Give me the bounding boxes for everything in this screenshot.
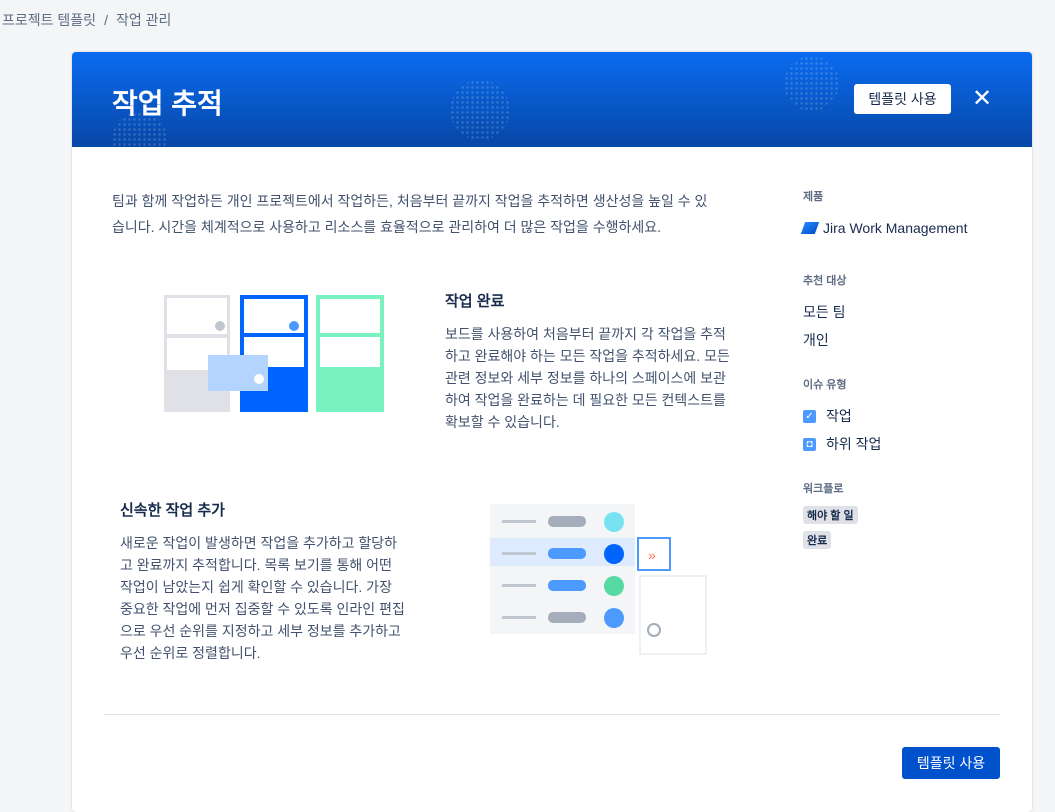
template-sidebar: 제품 Jira Work Management 추천 대상 모든 팀 개인 이슈…: [800, 188, 1003, 578]
issue-type-subtask: 하위 작업: [826, 436, 882, 452]
section-quick-add: 신속한 작업 추가 새로운 작업이 발생하면 작업을 추가하고 할당하 고 완료…: [120, 499, 405, 664]
text-line: 하고 완료해야 하는 모든 작업을 추적하세요. 모든: [445, 348, 730, 364]
svg-text:»: »: [648, 547, 656, 563]
decor-dots: [784, 56, 839, 111]
text-line: 작업이 남았는지 쉽게 확인할 수 있습니다. 가장: [120, 579, 392, 595]
modal-header: 작업 추적 템플릿 사용 ✕: [72, 52, 1032, 147]
workflow-label: 워크플로: [803, 483, 844, 495]
modal-title: 작업 추적: [112, 88, 223, 119]
section-title: 작업 완료: [445, 293, 505, 310]
recommended-item: 개인: [803, 332, 829, 348]
text-line: 보드를 사용하여 처음부터 끝까지 각 작업을 추적: [445, 326, 726, 342]
footer-use-template-button[interactable]: 템플릿 사용: [902, 747, 1000, 779]
workflow-status-done: 완료: [803, 531, 832, 549]
intro-text: 팀과 함께 작업하든 개인 프로젝트에서 작업하든, 처음부터 끝까지 작업을 …: [112, 188, 707, 240]
breadcrumb: 프로젝트 템플릿 / 작업 관리: [2, 10, 179, 30]
decor-dots: [450, 80, 510, 140]
issue-types-label: 이슈 유형: [803, 379, 847, 391]
use-template-button[interactable]: 템플릿 사용: [854, 84, 951, 114]
breadcrumb-templates[interactable]: 프로젝트 템플릿: [2, 12, 96, 28]
section-title: 신속한 작업 추가: [120, 502, 225, 519]
divider: [104, 714, 1000, 715]
intro-line: 습니다. 시간을 체계적으로 사용하고 리소스를 효율적으로 관리하여 더 많은…: [112, 219, 661, 235]
text-line: 관련 정보와 세부 정보를 하나의 스페이스에 보관: [445, 370, 726, 386]
recommended-item: 모든 팀: [803, 304, 846, 320]
text-line: 우선 순위로 정렬합니다.: [120, 645, 261, 661]
text-line: 중요한 작업에 먼저 집중할 수 있도록 인라인 편집: [120, 601, 405, 617]
close-icon[interactable]: ✕: [970, 84, 994, 114]
list-illustration: »: [490, 504, 707, 655]
text-line: 으로 우선 순위를 지정하고 세부 정보를 추가하고: [120, 623, 401, 639]
template-modal: 작업 추적 템플릿 사용 ✕ 팀과 함께 작업하든 개인 프로젝트에서 작업하든…: [72, 52, 1032, 812]
breadcrumb-separator: /: [104, 12, 108, 28]
section-complete-work: 작업 완료 보드를 사용하여 처음부터 끝까지 각 작업을 추적 하고 완료해야…: [445, 290, 730, 433]
jira-work-management-logo-icon: [800, 222, 820, 234]
text-line: 고 완료까지 추적합니다. 목록 보기를 통해 어떤: [120, 557, 392, 573]
breadcrumb-work-management[interactable]: 작업 관리: [116, 12, 171, 28]
workflow-status-todo: 해야 할 일: [803, 506, 858, 524]
product-label: 제품: [803, 191, 824, 203]
text-line: 새로운 작업이 발생하면 작업을 추가하고 할당하: [120, 535, 398, 551]
intro-line: 팀과 함께 작업하든 개인 프로젝트에서 작업하든, 처음부터 끝까지 작업을 …: [112, 193, 708, 209]
product-name[interactable]: Jira Work Management: [823, 214, 967, 242]
subtask-icon: ◘: [803, 437, 816, 451]
task-check-icon: ✓: [803, 409, 816, 423]
board-illustration: [164, 295, 384, 412]
recommended-label: 추천 대상: [803, 275, 847, 287]
text-line: 하여 작업을 완료하는 데 필요한 모든 컨텍스트를: [445, 392, 726, 408]
text-line: 확보할 수 있습니다.: [445, 414, 560, 430]
issue-type-task: 작업: [826, 408, 852, 424]
